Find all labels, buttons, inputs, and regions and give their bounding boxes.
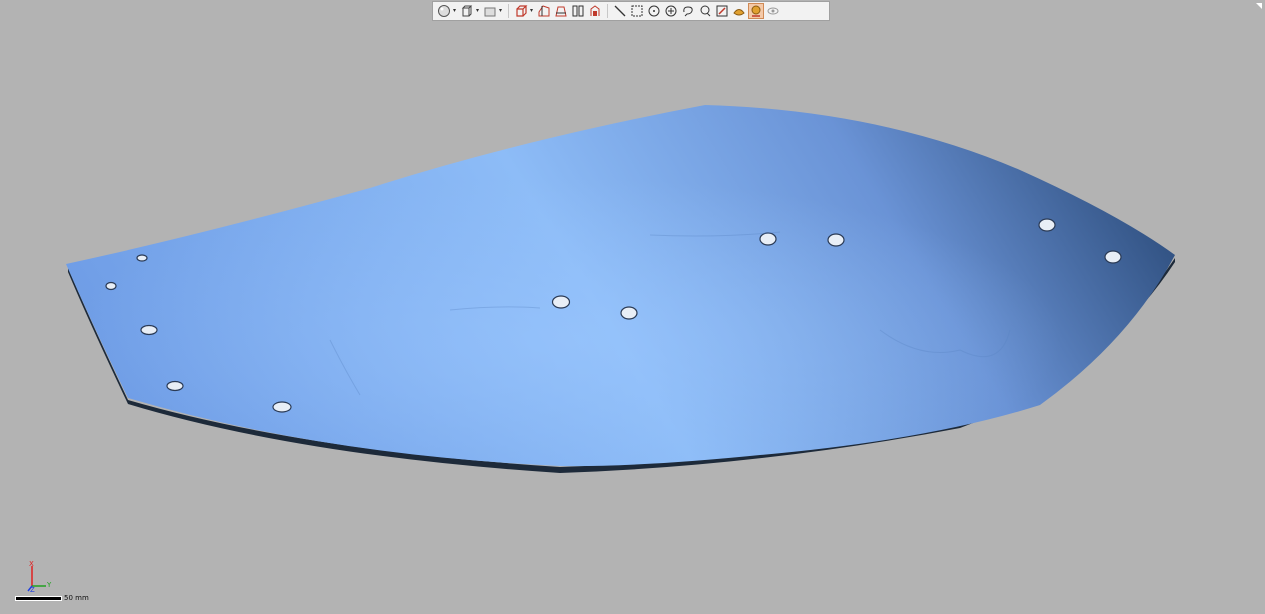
line-select-icon	[614, 5, 626, 17]
edit-icon	[716, 5, 728, 17]
chevron-down-icon[interactable]: ▾	[453, 8, 458, 14]
plane-view-icon	[484, 7, 496, 17]
axis-z-label: Z	[30, 586, 35, 594]
axis-triad: X Y Z	[27, 560, 52, 594]
cube-select-button[interactable]	[513, 3, 529, 19]
cube-select-icon	[516, 5, 528, 17]
scanned-mesh-model[interactable]	[0, 0, 1265, 614]
resize-corner-icon[interactable]	[1256, 3, 1262, 9]
scale-bar-label: 50 mm	[64, 594, 89, 602]
axis-y-label: Y	[46, 581, 52, 589]
rect-select-button[interactable]	[629, 3, 645, 19]
line-select-button[interactable]	[612, 3, 628, 19]
toolbar-separator	[607, 4, 608, 18]
view-toolbar: ▾ ▾ ▾ ▾	[432, 1, 830, 21]
split-view-button[interactable]	[570, 3, 586, 19]
rect-select-icon	[631, 5, 643, 17]
scale-bar-line	[15, 595, 62, 601]
brush-select-button[interactable]	[697, 3, 713, 19]
section-button[interactable]	[536, 3, 552, 19]
3d-viewport[interactable]: ▾ ▾ ▾ ▾ X Y Z 50 mm	[0, 0, 1265, 614]
edit-button[interactable]	[714, 3, 730, 19]
render-sphere-button[interactable]	[436, 3, 452, 19]
clip-icon	[590, 5, 600, 16]
clip-button[interactable]	[587, 3, 603, 19]
scale-bar: 50 mm	[15, 594, 89, 602]
box-view-icon	[461, 5, 473, 17]
surface-button[interactable]	[731, 3, 747, 19]
chevron-down-icon[interactable]: ▾	[499, 8, 504, 14]
plane-view-button[interactable]	[482, 3, 498, 19]
surface-icon	[733, 9, 745, 16]
section-plane-icon	[555, 6, 567, 17]
circle-plus-button[interactable]	[663, 3, 679, 19]
circle-plus-icon	[665, 5, 677, 17]
eye-icon	[767, 7, 779, 15]
box-view-button[interactable]	[459, 3, 475, 19]
lasso-button[interactable]	[680, 3, 696, 19]
chevron-down-icon[interactable]: ▾	[530, 8, 535, 14]
circle-select-icon	[648, 5, 660, 17]
visible-select-button[interactable]	[748, 3, 764, 19]
eye-button[interactable]	[765, 3, 781, 19]
split-view-icon	[572, 5, 584, 17]
section-plane-button[interactable]	[553, 3, 569, 19]
brush-select-icon	[700, 5, 711, 17]
circle-select-button[interactable]	[646, 3, 662, 19]
axis-x-label: X	[29, 560, 34, 568]
lasso-icon	[683, 6, 693, 17]
chevron-down-icon[interactable]: ▾	[476, 8, 481, 14]
toolbar-separator	[508, 4, 509, 18]
render-sphere-icon	[438, 5, 450, 17]
section-icon	[538, 5, 550, 17]
visible-select-icon	[751, 5, 761, 17]
